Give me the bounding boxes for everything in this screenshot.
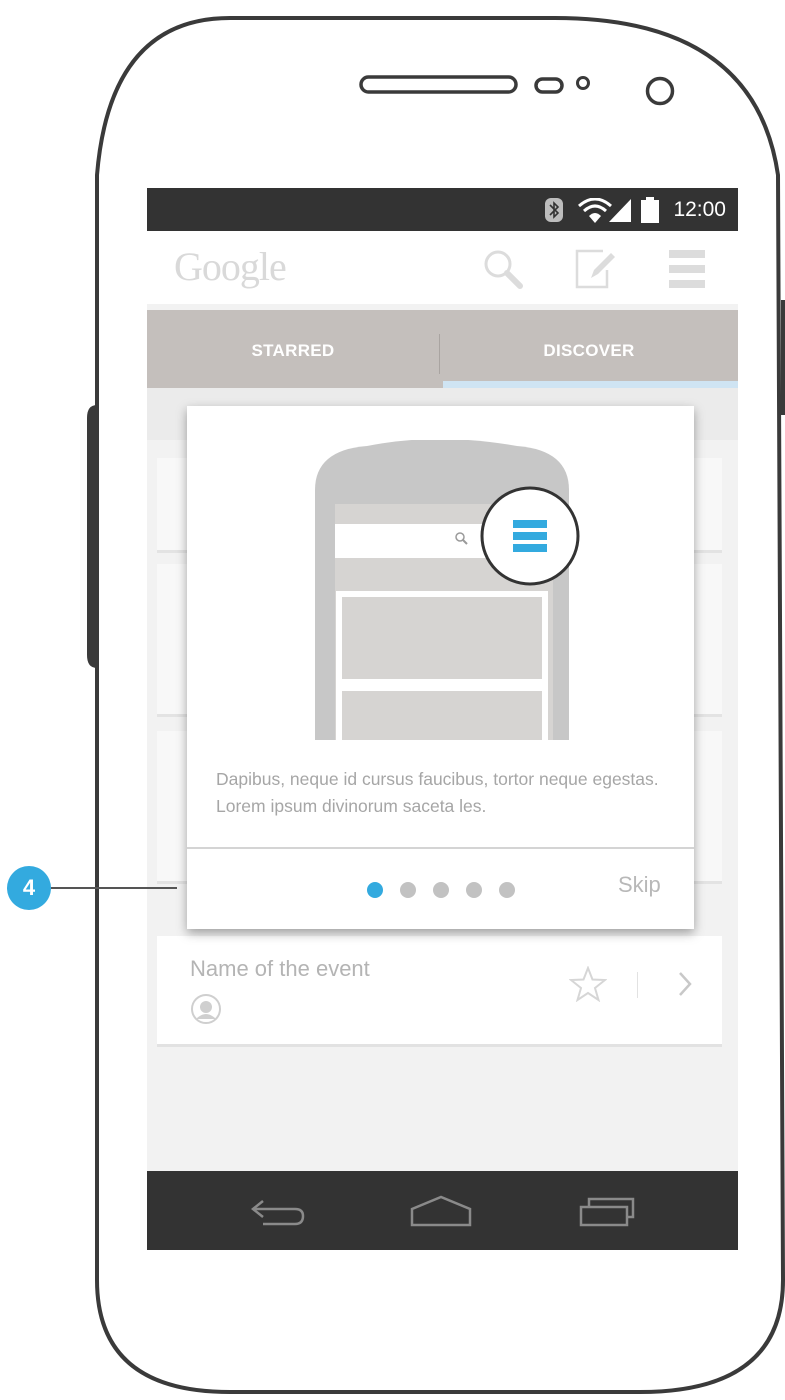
tab-starred[interactable]: STARRED — [147, 310, 439, 388]
annotation-line — [51, 887, 177, 889]
pagination-dot[interactable] — [499, 882, 515, 898]
menu-highlight-icon — [480, 486, 580, 586]
device-screen: 12:00 Google STARRED DISCOVER Name of th… — [147, 188, 738, 1250]
app-bar: Google — [147, 231, 738, 304]
tutorial-dialog: Dapibus, neque id cursus faucibus, torto… — [187, 406, 694, 929]
event-card[interactable]: Name of the event — [157, 936, 722, 1047]
search-icon[interactable] — [482, 248, 524, 290]
home-icon[interactable] — [410, 1195, 472, 1227]
tab-selected-indicator — [443, 381, 738, 388]
compose-icon[interactable] — [575, 248, 617, 290]
skip-button[interactable]: Skip — [618, 872, 661, 898]
recents-icon[interactable] — [577, 1195, 637, 1227]
navigation-bar — [147, 1171, 738, 1250]
star-icon[interactable] — [569, 966, 607, 1002]
status-time: 12:00 — [673, 198, 726, 221]
event-separator — [637, 972, 638, 998]
google-logo: Google — [174, 244, 287, 289]
dialog-divider — [187, 847, 694, 849]
battery-icon — [641, 197, 659, 223]
tab-discover[interactable]: DISCOVER — [440, 310, 738, 388]
tab-bar: STARRED DISCOVER — [147, 310, 738, 388]
back-icon[interactable] — [249, 1197, 307, 1227]
bluetooth-icon — [545, 198, 563, 222]
phone-illustration — [315, 440, 569, 740]
annotation-badge: 4 — [7, 866, 51, 910]
signal-icon — [609, 199, 631, 222]
pagination-dot[interactable] — [466, 882, 482, 898]
event-title: Name of the event — [190, 956, 370, 981]
avatar-icon — [191, 994, 221, 1024]
pagination-dot[interactable] — [400, 882, 416, 898]
menu-icon[interactable] — [669, 250, 705, 288]
status-bar: 12:00 — [147, 188, 738, 231]
chevron-right-icon[interactable] — [677, 970, 693, 998]
pagination-dot[interactable] — [433, 882, 449, 898]
pagination-dot-active[interactable] — [367, 882, 383, 898]
dialog-description: Dapibus, neque id cursus faucibus, torto… — [216, 769, 659, 816]
